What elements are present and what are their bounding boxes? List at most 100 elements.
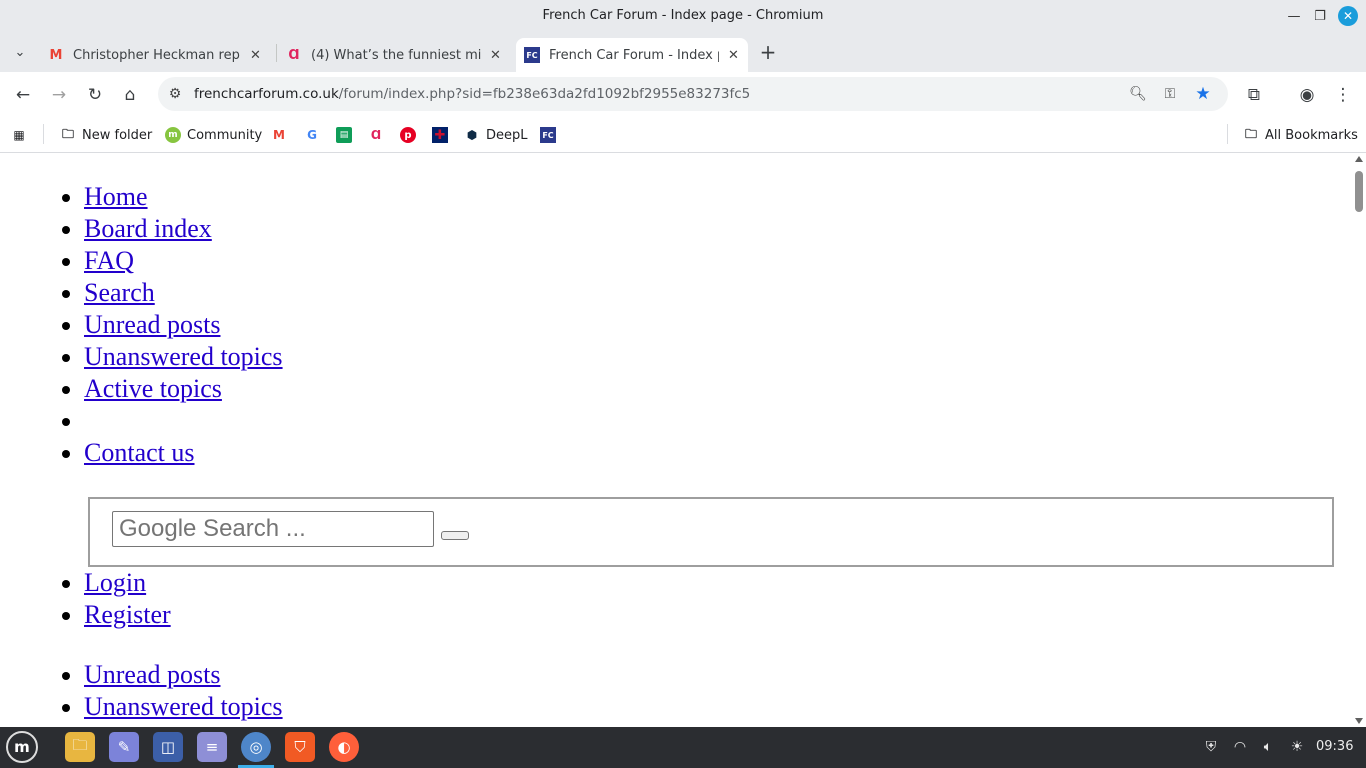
shield-icon[interactable]: ⛨ xyxy=(1201,737,1221,757)
pinterest-icon: p xyxy=(400,127,416,143)
nav-item: Unanswered topics xyxy=(84,691,283,723)
address-bar[interactable]: ⚙ frenchcarforum.co.uk/forum/index.php?s… xyxy=(158,77,1228,111)
new-tab-icon[interactable]: + xyxy=(755,39,781,65)
close-tab-icon[interactable]: ✕ xyxy=(250,48,261,63)
mint-menu-icon[interactable]: m xyxy=(6,731,38,763)
close-tab-icon[interactable]: ✕ xyxy=(728,48,739,63)
nav-item: Contact us xyxy=(84,437,283,469)
bookmark-quora[interactable]: Ɑ xyxy=(368,124,390,146)
nav-link-login[interactable]: Login xyxy=(84,568,146,597)
clock[interactable]: 09:36 xyxy=(1316,739,1353,754)
site-info-icon[interactable]: ⚙ xyxy=(165,84,185,104)
main-navigation: Home Board index FAQ Search Unread posts… xyxy=(0,181,283,469)
extensions-icon[interactable]: ⧉ xyxy=(1241,82,1267,108)
fcf-icon: FC xyxy=(524,47,540,63)
brave-icon[interactable]: ⛉ xyxy=(285,732,315,762)
all-bookmarks[interactable]: 🗀 All Bookmarks xyxy=(1243,124,1358,146)
nav-link-faq[interactable]: FAQ xyxy=(84,246,134,275)
firefox-icon[interactable]: ◐ xyxy=(329,732,359,762)
google-search-input[interactable] xyxy=(112,511,434,547)
tab-label: Christopher Heckman replied xyxy=(73,47,241,63)
nav-item: FAQ xyxy=(84,245,283,277)
all-bookmarks-label: All Bookmarks xyxy=(1265,127,1358,143)
close-tab-icon[interactable]: ✕ xyxy=(490,48,501,63)
nav-link-register[interactable]: Register xyxy=(84,600,171,629)
url-path: /forum/index.php?sid=fb238e63da2fd1092bf… xyxy=(338,86,751,102)
key-icon[interactable]: ⚿ xyxy=(1160,84,1180,104)
scroll-down-icon[interactable] xyxy=(1355,718,1363,724)
bookmark-new-folder[interactable]: 🗀 New folder xyxy=(60,124,152,146)
bookmark-uk[interactable]: ✚ xyxy=(432,124,454,146)
nav-item: Search xyxy=(84,277,283,309)
bookmark-google[interactable]: G xyxy=(304,124,326,146)
bookmark-fcf[interactable]: FC xyxy=(540,124,562,146)
bookmarks-bar: ▦ 🗀 New folder m Community M G ▤ Ɑ p ✚ ⬢… xyxy=(0,117,1366,153)
nav-item: Active topics xyxy=(84,373,283,405)
tab-search-chevron-icon[interactable]: ⌄ xyxy=(7,39,33,65)
close-window-icon[interactable]: ✕ xyxy=(1338,6,1358,26)
nav-link-unanswered-topics[interactable]: Unanswered topics xyxy=(84,342,283,371)
nav-link-active-topics[interactable]: Active topics xyxy=(84,374,222,403)
tab-french-car-forum[interactable]: FC French Car Forum - Index page ✕ xyxy=(516,38,748,72)
nav-link-unread-posts[interactable]: Unread posts xyxy=(84,310,220,339)
quick-links: Unread posts Unanswered topics xyxy=(0,659,283,723)
window-titlebar: French Car Forum - Index page - Chromium… xyxy=(0,0,1366,33)
files-icon[interactable]: 🗀 xyxy=(65,732,95,762)
cleaner-icon[interactable]: ✎ xyxy=(109,732,139,762)
tab-quora[interactable]: Ɑ (4) What’s the funniest misunderstandi… xyxy=(278,38,510,72)
bookmark-label: New folder xyxy=(82,127,153,143)
screenshot-icon[interactable]: ◫ xyxy=(153,732,183,762)
nav-link-search[interactable]: Search xyxy=(84,278,155,307)
uk-flag-icon: ✚ xyxy=(432,127,448,143)
volume-icon[interactable]: 🔈︎ xyxy=(1258,737,1278,757)
nav-link-home[interactable]: Home xyxy=(84,182,148,211)
nav-item: Unread posts xyxy=(84,309,283,341)
user-navigation: Login Register xyxy=(0,567,171,631)
page-scrollbar[interactable] xyxy=(1352,153,1366,727)
tab-gmail[interactable]: M Christopher Heckman replied ✕ xyxy=(40,38,270,72)
bookmark-community[interactable]: m Community xyxy=(165,124,262,146)
quora-icon: Ɑ xyxy=(370,128,382,142)
maximize-icon[interactable]: ❐ xyxy=(1310,6,1330,26)
back-icon[interactable]: ← xyxy=(10,82,36,108)
bookmark-sheets[interactable]: ▤ xyxy=(336,124,358,146)
brightness-icon[interactable]: ☀ xyxy=(1287,737,1307,757)
scroll-up-icon[interactable] xyxy=(1355,156,1363,162)
zoom-icon[interactable]: 🔍︎ xyxy=(1128,84,1148,104)
wifi-icon[interactable]: ◠ xyxy=(1230,737,1250,757)
bookmark-gmail[interactable]: M xyxy=(271,124,293,146)
profile-icon[interactable]: ◉ xyxy=(1294,82,1320,108)
gmail-icon: M xyxy=(273,128,285,142)
nav-item: Home xyxy=(84,181,283,213)
nav-link-unanswered-topics-2[interactable]: Unanswered topics xyxy=(84,692,283,721)
nav-link-contact-us[interactable]: Contact us xyxy=(84,438,195,467)
bookmark-separator xyxy=(1227,124,1228,144)
taskbar: m 🗀 ✎ ◫ ≡ ◎ ⛉ ◐ ⛨ ◠ 🔈︎ ☀ 09:36 xyxy=(0,727,1366,768)
menu-kebab-icon[interactable]: ⋮ xyxy=(1330,82,1356,108)
google-search-box xyxy=(88,497,1334,567)
nav-item: Board index xyxy=(84,213,283,245)
text-editor-icon[interactable]: ≡ xyxy=(197,732,227,762)
sheets-icon: ▤ xyxy=(336,127,352,143)
home-icon[interactable]: ⌂ xyxy=(117,82,143,108)
apps-grid-icon[interactable]: ▦ xyxy=(11,124,27,146)
nav-link-unread-posts-2[interactable]: Unread posts xyxy=(84,660,220,689)
nav-link-board-index[interactable]: Board index xyxy=(84,214,212,243)
url-domain: frenchcarforum.co.uk xyxy=(194,86,339,102)
deepl-icon: ⬢ xyxy=(466,128,478,142)
browser-toolbar: ← → ↻ ⌂ ⚙ frenchcarforum.co.uk/forum/ind… xyxy=(0,72,1366,117)
google-search-button[interactable] xyxy=(441,531,469,540)
bookmark-star-icon[interactable]: ★ xyxy=(1193,84,1213,104)
bookmark-pinterest[interactable]: p xyxy=(400,124,422,146)
chromium-icon[interactable]: ◎ xyxy=(241,732,271,762)
forward-icon[interactable]: → xyxy=(46,82,72,108)
folder-icon: 🗀 xyxy=(1244,126,1257,141)
bookmark-deepl[interactable]: ⬢ DeepL xyxy=(464,124,528,146)
nav-item: Register xyxy=(84,599,171,631)
scrollbar-thumb[interactable] xyxy=(1355,171,1363,212)
minimize-icon[interactable]: — xyxy=(1284,6,1304,26)
nav-item: Unanswered topics xyxy=(84,341,283,373)
tab-separator xyxy=(276,44,277,62)
reload-icon[interactable]: ↻ xyxy=(82,82,108,108)
folder-icon: 🗀 xyxy=(61,126,74,141)
